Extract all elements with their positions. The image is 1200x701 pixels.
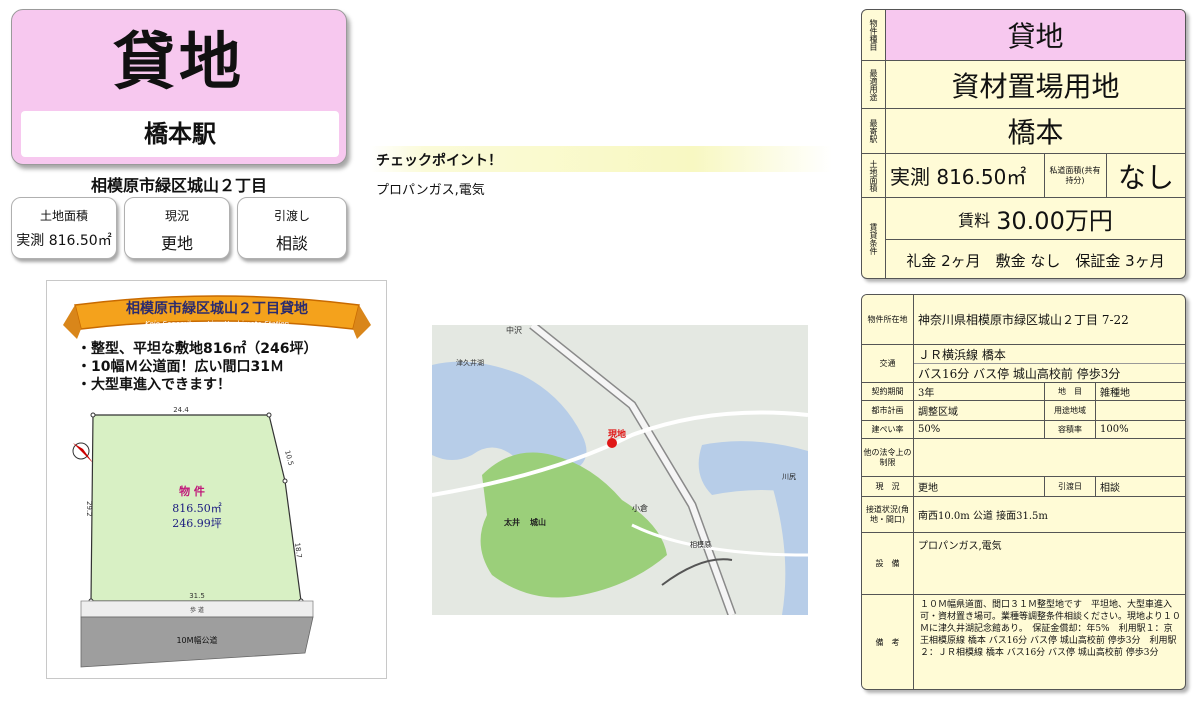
summary-card-value: 実測 816.50㎡ — [16, 233, 112, 249]
lot-area-m2: 816.50㎡ — [172, 502, 222, 515]
location-map-svg: 現地 中沢 津久井湖 城山 太井 小倉 相模原 川尻 — [432, 325, 808, 615]
lot-diagram-svg: 相模原市緑区城山２丁目貸地 Keio-Sagamihara-Line Hashi… — [63, 295, 371, 668]
property-type-title: 貸地 — [112, 25, 245, 98]
summary-card-area: 土地面積 実測 816.50㎡ — [11, 197, 117, 259]
map-label: 太井 — [503, 517, 520, 527]
summary-card-label: 引渡し — [273, 209, 310, 223]
north-arrow-icon — [72, 442, 93, 463]
row-label: 用途地域 — [1044, 401, 1096, 421]
summary-card-handover: 引渡し 相談 — [237, 197, 347, 259]
dim-left: 29.2 — [85, 501, 93, 517]
row-label: 建ぺい率 — [862, 421, 914, 439]
far-value: 100% — [1096, 421, 1185, 439]
row-label: 現 況 — [862, 477, 914, 497]
summary-card-label: 現況 — [164, 209, 189, 223]
address-line: 相模原市緑区城山２丁目 — [90, 176, 267, 195]
lot-label: 物 件 — [179, 484, 205, 498]
property-type-cell: 貸地 — [886, 10, 1185, 61]
location-value: 神奈川県相模原市緑区城山２丁目 7-22 — [914, 295, 1185, 345]
summary-card-value: 更地 — [160, 234, 193, 253]
property-detail-table: 物件所在地 神奈川県相模原市緑区城山２丁目 7-22 交通 ＪＲ横浜線 橋本 バ… — [861, 294, 1186, 690]
location-map: 現地 中沢 津久井湖 城山 太井 小倉 相模原 川尻 — [432, 325, 808, 615]
map-label: 城山 — [530, 517, 546, 527]
transport-line1: ＪＲ横浜線 橋本 — [914, 345, 1185, 364]
map-label-genchi: 現地 — [608, 428, 626, 440]
row-label: 最寄駅 — [862, 109, 886, 154]
row-label: 接道状況(角地・間口) — [862, 497, 914, 533]
zone-value — [1096, 401, 1185, 421]
area-cell: 実測 816.50㎡ 私道面積(共有持分) なし — [886, 154, 1185, 198]
row-label: 物件種目 — [862, 10, 886, 61]
dim-right-upper: 10.5 — [283, 449, 295, 466]
summary-card-label: 土地面積 — [39, 209, 88, 223]
map-label: 小倉 — [632, 503, 648, 513]
use-cell: 資材置場用地 — [886, 61, 1185, 109]
remarks-value: １０Ｍ幅県道面、間口３１Ｍ整型地です 平坦地、大型車進入可・資材置き場可。業種等… — [920, 600, 1181, 658]
checkpoint-title: チェックポイント！ — [370, 146, 832, 172]
sidewalk-label: 歩 道 — [190, 606, 204, 614]
row-label: 他の法令上の制限 — [862, 439, 914, 477]
map-label: 津久井湖 — [456, 358, 484, 367]
rent-prefix: 賃料 — [958, 210, 991, 230]
plot-bullet: ・大型車進入できます！ — [77, 376, 231, 393]
plot-bullet: ・整型、平坦な敷地816㎡（246坪） — [77, 340, 317, 357]
row-label: 備 考 — [862, 595, 914, 689]
rent-value: 30.00万円 — [996, 207, 1113, 235]
transport-line2: バス16分 バス停 城山高校前 停歩3分 — [914, 364, 1185, 383]
dim-top: 24.4 — [173, 406, 189, 414]
row-label: 容積率 — [1044, 421, 1096, 439]
map-label: 中沢 — [506, 325, 522, 335]
terms-cell: 礼金 2ヶ月 敷金 なし 保証金 3ヶ月 — [886, 240, 1185, 278]
row-label: 引渡日 — [1044, 477, 1096, 497]
facility-value: プロパンガス,電気 — [914, 533, 1185, 595]
row-label: 賃貸条件 — [862, 198, 886, 278]
row-label: 設 備 — [862, 533, 914, 595]
summary-card-value: 相談 — [275, 234, 308, 253]
checkpoint-body: プロパンガス,電気 — [376, 183, 485, 198]
lot-area-tsubo: 246.99坪 — [172, 517, 222, 530]
summary-card-status: 現況 更地 — [124, 197, 230, 259]
station-value: 橋本 — [1007, 116, 1064, 149]
road-value: 南西10.0m 公道 接面31.5m — [914, 497, 1185, 533]
other-law-value — [914, 439, 1185, 477]
row-label: 物件所在地 — [862, 295, 914, 345]
row-label: 交通 — [862, 345, 914, 383]
use-value: 資材置場用地 — [951, 69, 1120, 103]
property-summary-table: 物件種目 貸地 最適用途 資材置場用地 最寄駅 橋本 土地面積 実測 816.5… — [861, 9, 1186, 279]
property-header-card: 貸地 橋本駅 — [11, 9, 347, 165]
row-label: 地 目 — [1044, 383, 1096, 401]
map-label: 相模原 — [690, 540, 711, 549]
plot-bullet: ・10幅Ｍ公道面！広い間口31Ｍ — [77, 358, 284, 375]
row-label: 最適用途 — [862, 61, 886, 109]
terms-value: 礼金 2ヶ月 敷金 なし 保証金 3ヶ月 — [906, 251, 1165, 270]
row-label: 都市計画 — [862, 401, 914, 421]
station-cell: 橋本 — [886, 109, 1185, 154]
area-value: 実測 816.50㎡ — [890, 165, 1027, 189]
map-label: 川尻 — [782, 473, 796, 481]
lot-diagram: 相模原市緑区城山２丁目貸地 Keio-Sagamihara-Line Hashi… — [46, 280, 387, 679]
status-value: 更地 — [914, 477, 1044, 497]
banner-title: 相模原市緑区城山２丁目貸地 — [126, 300, 308, 317]
handover-value: 相談 — [1096, 477, 1185, 497]
station-label: 橋本駅 — [21, 111, 339, 157]
city-plan-value: 調整区域 — [914, 401, 1044, 421]
row-label: 契約期間 — [862, 383, 914, 401]
private-road-label: 私道面積(共有持分) — [1049, 165, 1101, 185]
bcr-value: 50% — [914, 421, 1044, 439]
row-label: 土地面積 — [862, 154, 886, 198]
contract-value: 3年 — [914, 383, 1044, 401]
dim-bottom: 31.5 — [189, 592, 205, 600]
chimoku-value: 雑種地 — [1096, 383, 1185, 401]
property-type-value: 貸地 — [1007, 20, 1064, 53]
private-road-value: なし — [1117, 160, 1174, 194]
rent-cell: 賃料 30.00万円 — [886, 198, 1185, 240]
banner-subtitle: Keio-Sagamihara-Line Hashimoto-Station — [145, 320, 289, 328]
road-label: 10M幅公道 — [176, 635, 217, 645]
